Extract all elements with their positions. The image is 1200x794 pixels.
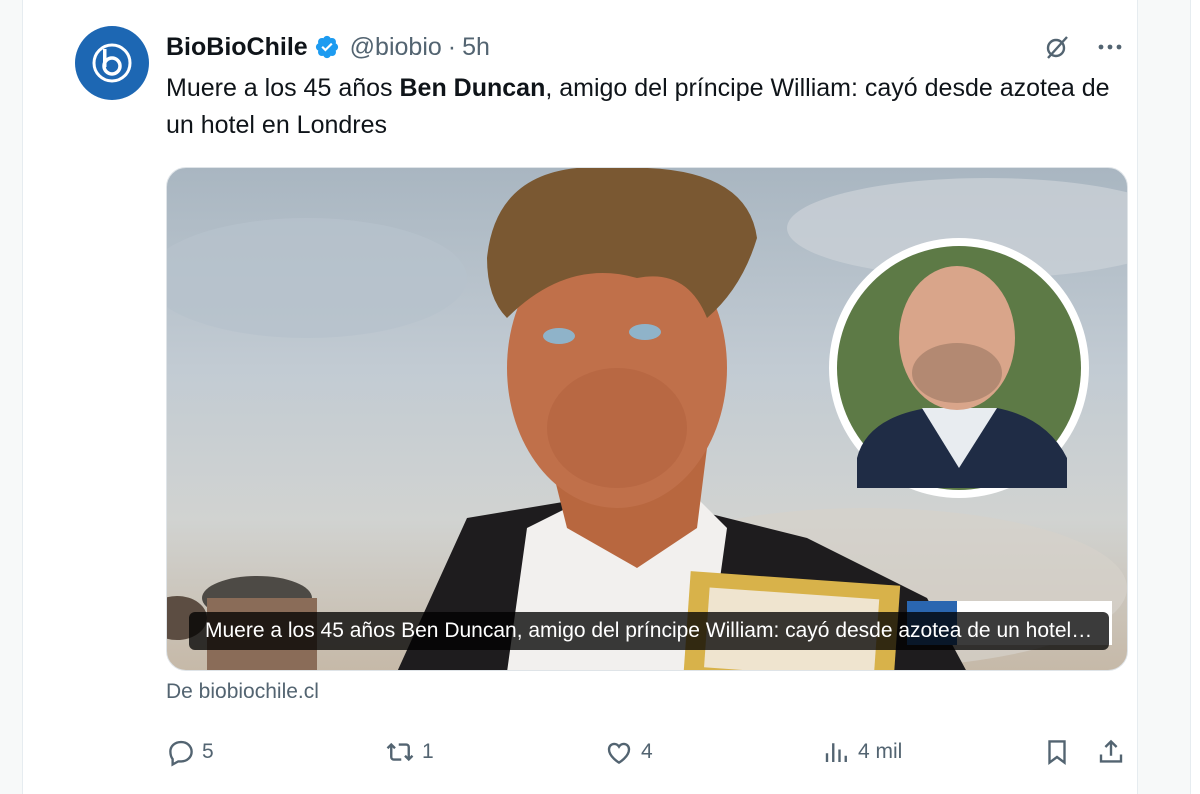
author-avatar[interactable]	[75, 26, 149, 100]
tweet-timestamp[interactable]: 5h	[462, 33, 490, 62]
repost-count: 1	[422, 740, 434, 763]
tweet-top-actions	[1043, 30, 1125, 64]
views-icon	[822, 737, 852, 767]
header-separator: ·	[447, 32, 457, 61]
verified-badge-icon[interactable]	[314, 34, 340, 60]
grok-icon[interactable]	[1043, 33, 1071, 61]
bookmark-button[interactable]	[1042, 733, 1072, 771]
reply-count: 5	[202, 740, 214, 763]
like-button[interactable]: 4	[603, 733, 653, 771]
link-card-image[interactable]: Muere a los 45 años Ben Duncan, amigo de…	[166, 167, 1128, 671]
article-photo	[167, 168, 1127, 670]
tweet-text-bold: Ben Duncan	[399, 74, 546, 102]
views-button[interactable]: 4 mil	[822, 733, 902, 771]
bookmark-icon	[1042, 737, 1072, 767]
link-source[interactable]: De biobiochile.cl	[166, 680, 319, 704]
biobio-logo-icon	[92, 43, 132, 83]
tweet-card[interactable]: BioBioChile @biobio · 5h Muere a los 45 …	[22, 0, 1138, 794]
like-icon	[603, 737, 635, 767]
tweet-header: BioBioChile @biobio · 5h	[166, 30, 490, 64]
like-count: 4	[641, 740, 653, 763]
link-card-title: Muere a los 45 años Ben Duncan, amigo de…	[189, 612, 1109, 650]
share-icon	[1096, 737, 1126, 767]
tweet-actions-bar: 5 1 4 4 mil	[166, 733, 1131, 771]
repost-icon	[384, 737, 416, 767]
reply-button[interactable]: 5	[166, 733, 214, 771]
more-icon[interactable]	[1095, 33, 1125, 61]
author-handle[interactable]: @biobio	[350, 33, 442, 62]
reply-icon	[166, 737, 196, 767]
right-column-edge	[1190, 0, 1200, 794]
tweet-text: Muere a los 45 años Ben Duncan, amigo de…	[166, 70, 1126, 144]
share-button[interactable]	[1096, 733, 1126, 771]
repost-button[interactable]: 1	[384, 733, 434, 771]
author-name[interactable]: BioBioChile	[166, 33, 308, 62]
view-count: 4 mil	[858, 740, 903, 763]
tweet-text-start: Muere a los 45 años	[166, 74, 400, 102]
